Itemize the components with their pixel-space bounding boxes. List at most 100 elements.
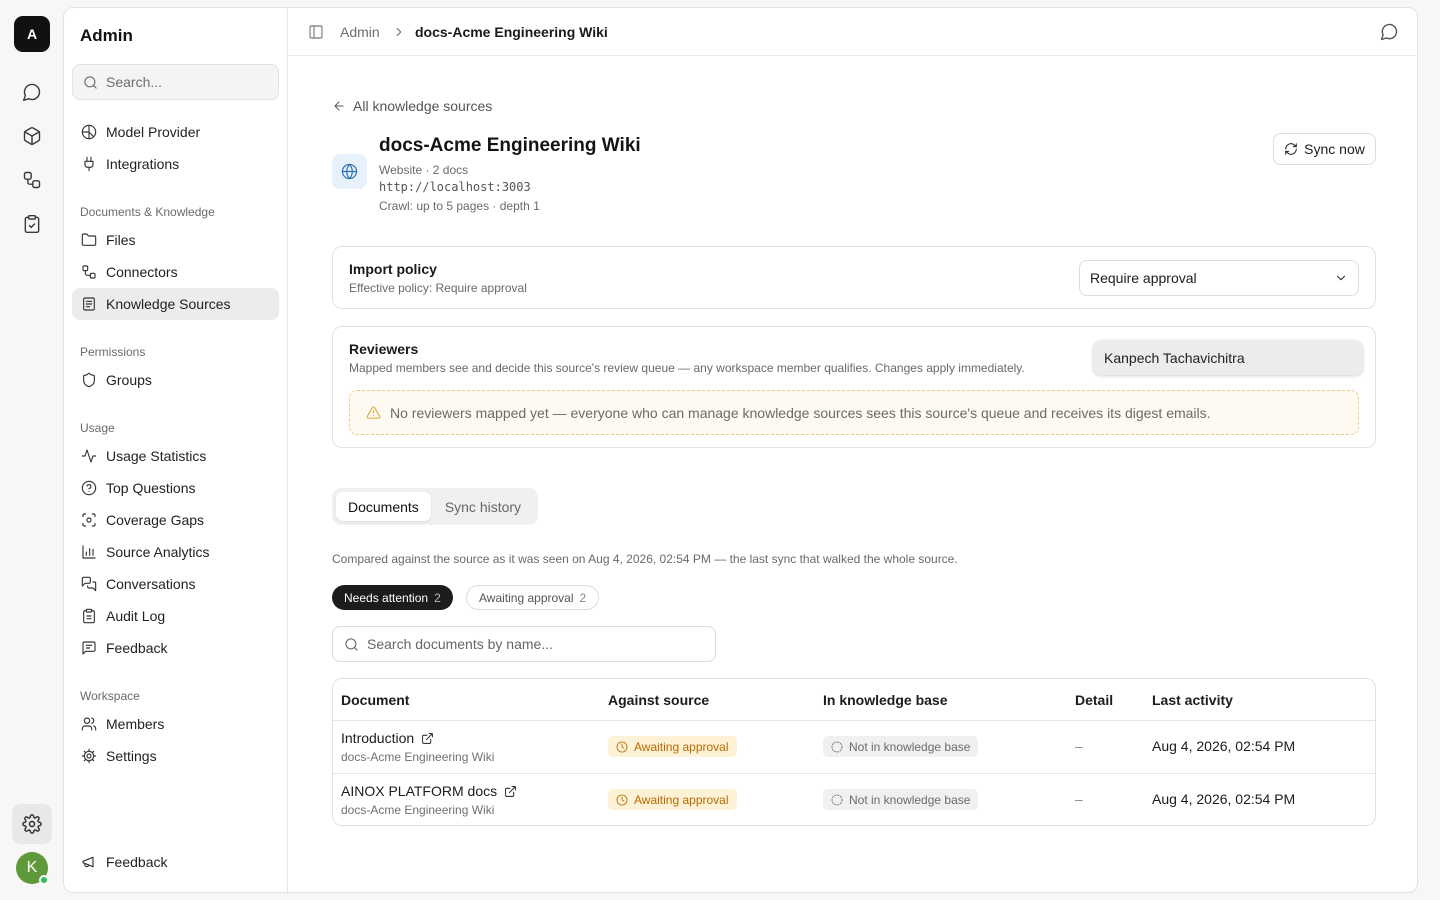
document-name: AINOX PLATFORM docs	[341, 783, 498, 799]
connectors-icon	[82, 265, 96, 279]
dashed-circle-icon	[831, 741, 843, 752]
workflow-icon[interactable]	[20, 168, 44, 192]
import-policy-select[interactable]: Require approval	[1079, 260, 1359, 296]
document-source: docs-Acme Engineering Wiki	[341, 803, 495, 817]
sidebar-item-settings[interactable]: Settings	[72, 740, 279, 772]
sidebar-item-label: Connectors	[106, 264, 178, 280]
message-square-icon	[82, 641, 96, 655]
sidebar-item-groups[interactable]: Groups	[72, 364, 279, 396]
sidebar-item-top-questions[interactable]: Top Questions	[72, 472, 279, 504]
megaphone-icon	[82, 856, 94, 868]
clock-icon	[616, 741, 628, 752]
sidebar-item-members[interactable]: Members	[72, 708, 279, 740]
sidebar-item-label: Integrations	[106, 156, 180, 172]
globe-icon	[332, 154, 367, 189]
sidebar-item-integrations[interactable]: Integrations	[72, 148, 279, 180]
sidebar-item-label: Source Analytics	[106, 544, 210, 560]
table-row[interactable]: AINOX PLATFORM docs docs-Acme Engineerin…	[333, 773, 1375, 825]
sidebar-item-usage-statistics[interactable]: Usage Statistics	[72, 440, 279, 472]
knowledge-sources-icon	[83, 297, 95, 311]
kb-status-badge: Not in knowledge base	[823, 736, 979, 757]
message-circle-icon	[1380, 23, 1398, 41]
sidebar-item-source-analytics[interactable]: Source Analytics	[72, 536, 279, 568]
sidebar-item-label: Feedback	[106, 854, 168, 870]
sidebar-footer-feedback[interactable]: Feedback	[72, 846, 279, 878]
sidebar-item-conversations[interactable]: Conversations	[72, 568, 279, 600]
reviewers-title: Reviewers	[349, 341, 419, 357]
external-link-icon	[505, 785, 516, 797]
section-documents-knowledge: Documents & Knowledge	[80, 205, 215, 219]
document-link[interactable]: AINOX PLATFORM docs	[341, 783, 517, 799]
source-meta: Website · 2 docs	[379, 163, 469, 177]
sidebar-item-connectors[interactable]: Connectors	[72, 256, 279, 288]
main-panel: Admin Search... Model Provider Integrati…	[63, 7, 1418, 893]
document-search-placeholder: Search documents by name...	[367, 636, 553, 652]
kb-status-label: Not in knowledge base	[849, 792, 971, 807]
reviewers-subtitle: Mapped members see and decide this sourc…	[349, 361, 1025, 375]
document-source: docs-Acme Engineering Wiki	[341, 750, 495, 764]
documents-table: Document Against source In knowledge bas…	[332, 678, 1376, 826]
assistant-chat-button[interactable]	[1379, 22, 1399, 42]
sidebar-item-label: Top Questions	[106, 480, 196, 496]
breadcrumb-admin[interactable]: Admin	[340, 24, 380, 40]
kb-status-badge: Not in knowledge base	[823, 789, 979, 810]
user-avatar[interactable]: K	[16, 852, 49, 885]
workspace-badge[interactable]: A	[14, 16, 50, 52]
warning-triangle-icon	[366, 406, 381, 419]
no-reviewers-warning: No reviewers mapped yet — everyone who c…	[349, 390, 1359, 435]
reviewer-suggestion-option[interactable]: Kanpech Tachavichitra	[1093, 340, 1363, 375]
last-activity-cell: Aug 4, 2026, 02:54 PM	[1152, 791, 1296, 807]
sidebar-item-files[interactable]: Files	[72, 224, 279, 256]
panel-left-icon	[309, 25, 323, 39]
sync-now-button[interactable]: Sync now	[1273, 133, 1376, 165]
column-header-detail: Detail	[1075, 691, 1114, 708]
section-usage: Usage	[80, 421, 115, 435]
search-icon	[345, 637, 358, 651]
source-crawl-settings: Crawl: up to 5 pages · depth 1	[379, 199, 540, 213]
sidebar-item-label: Knowledge Sources	[106, 296, 231, 312]
folder-icon	[81, 233, 97, 246]
admin-sidebar: Admin Search... Model Provider Integrati…	[64, 8, 288, 892]
app-rail: A K	[0, 0, 64, 900]
dashed-circle-icon	[831, 794, 843, 805]
table-row[interactable]: Introduction docs-Acme Engineering Wiki …	[333, 720, 1375, 773]
filter-needs-attention[interactable]: Needs attention 2	[332, 585, 453, 610]
sidebar-search-placeholder: Search...	[106, 74, 163, 90]
filter-count: 2	[579, 590, 587, 605]
sidebar-item-label: Audit Log	[106, 608, 166, 624]
tab-sync-history[interactable]: Sync history	[433, 492, 533, 521]
clipboard-check-icon[interactable]	[20, 212, 44, 236]
document-search-input[interactable]: Search documents by name...	[332, 626, 716, 662]
back-to-sources-link[interactable]: All knowledge sources	[332, 98, 492, 114]
sidebar-item-label: Model Provider	[106, 124, 201, 140]
sidebar-toggle-button[interactable]	[308, 24, 324, 40]
sidebar-item-audit-log[interactable]: Audit Log	[72, 600, 279, 632]
sidebar-item-label: Settings	[106, 748, 157, 764]
sidebar-item-model-provider[interactable]: Model Provider	[72, 116, 279, 148]
sidebar-title: Admin	[80, 26, 133, 45]
tab-documents[interactable]: Documents	[336, 492, 431, 521]
online-status-dot	[39, 875, 49, 885]
document-link[interactable]: Introduction	[341, 730, 434, 746]
search-icon	[84, 75, 97, 89]
source-url: http://localhost:3003	[379, 180, 531, 194]
chat-icon[interactable]	[20, 80, 44, 104]
sidebar-item-feedback[interactable]: Feedback	[72, 632, 279, 664]
sidebar-search-input[interactable]: Search...	[72, 64, 279, 100]
refresh-icon	[1285, 143, 1297, 155]
column-header-document: Document	[341, 691, 410, 708]
settings-button[interactable]	[12, 804, 52, 844]
column-header-last-activity: Last activity	[1152, 691, 1233, 708]
filter-awaiting-approval[interactable]: Awaiting approval 2	[466, 585, 600, 610]
sidebar-item-coverage-gaps[interactable]: Coverage Gaps	[72, 504, 279, 536]
sidebar-item-label: Usage Statistics	[106, 448, 207, 464]
document-name: Introduction	[341, 730, 415, 746]
activity-icon	[81, 449, 97, 463]
plug-icon	[84, 156, 94, 172]
clipboard-icon	[83, 608, 95, 624]
sidebar-item-knowledge-sources[interactable]: Knowledge Sources	[72, 288, 279, 320]
avatar-initial: K	[26, 859, 38, 876]
status-badge: Awaiting approval	[608, 736, 737, 757]
cube-icon[interactable]	[20, 124, 44, 148]
sidebar-item-label: Groups	[106, 372, 152, 388]
